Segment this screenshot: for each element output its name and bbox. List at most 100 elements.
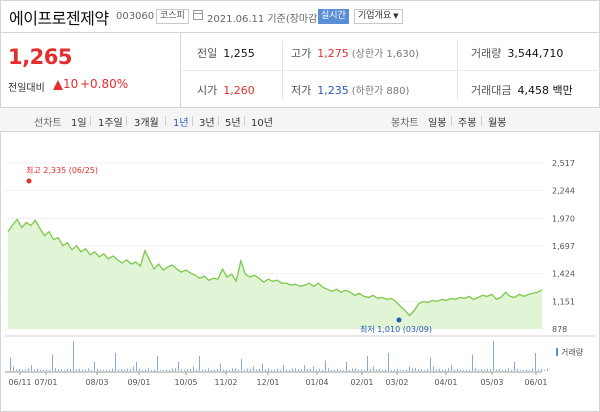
volume-bar: [385, 369, 386, 371]
volume-bar: [52, 354, 53, 371]
market-badge: 코스피: [156, 9, 189, 24]
candle-tab-monthly[interactable]: 월봉: [488, 114, 506, 129]
line-chart-label[interactable]: 선차트: [34, 114, 62, 129]
volume-bar: [397, 368, 398, 371]
period-tab-3y[interactable]: 3년: [199, 114, 215, 129]
period-tab-5y[interactable]: 5년: [225, 114, 241, 129]
volume-bar: [265, 369, 266, 371]
volume-bar: [283, 365, 284, 371]
high-label: 최고 2,335 (06/25): [26, 165, 98, 175]
volume-bar: [25, 369, 26, 371]
volume-bar: [334, 369, 335, 371]
divider: [192, 116, 193, 126]
volume-bar: [529, 370, 530, 371]
volume-bar: [454, 369, 455, 371]
volume-bar: [223, 370, 224, 371]
volume-bar: [178, 362, 179, 371]
company-overview-label: 기업개요: [358, 11, 392, 21]
volume-bar: [490, 368, 491, 371]
y-tick-label: 1,970: [552, 214, 575, 223]
stock-name[interactable]: 에이프로젠제약: [9, 5, 109, 29]
volume-bar: [187, 368, 188, 371]
period-tab-10y[interactable]: 10년: [251, 114, 273, 129]
period-tab-1y[interactable]: 1년: [173, 114, 189, 129]
volume-bar: [499, 368, 500, 371]
x-tick-label: 08/03: [85, 378, 108, 387]
volume-bar: [391, 370, 392, 371]
volume-bar: [208, 368, 209, 371]
period-tab-1d[interactable]: 1일: [71, 114, 87, 129]
change-label: 전일대비: [8, 83, 45, 94]
chevron-down-icon: ▼: [393, 12, 399, 20]
x-tick-label: 09/01: [127, 378, 150, 387]
volume-bar: [358, 369, 359, 371]
volume-bar: [331, 370, 332, 371]
company-overview-dropdown[interactable]: 기업개요 ▼: [354, 9, 403, 24]
price-chart[interactable]: 2,517 2,244 1,970 1,697 1,424 1,151 878 최고 2,3…: [0, 133, 600, 412]
volume-bar: [214, 369, 215, 371]
volume-bar: [277, 368, 278, 371]
amount-value: 4,458 백만: [517, 84, 573, 97]
volume-bar: [337, 368, 338, 371]
volume-bar: [415, 368, 416, 371]
volume-bar: [463, 370, 464, 371]
period-tab-3m[interactable]: 3개월: [134, 114, 159, 129]
candle-tab-weekly[interactable]: 주봉: [458, 114, 476, 129]
volume-bar: [301, 369, 302, 371]
volume-bar: [40, 369, 41, 371]
x-tick-label: 12/01: [256, 378, 279, 387]
volume-bar: [313, 366, 314, 371]
volume-bar: [163, 370, 164, 371]
volume-bar: [448, 368, 449, 371]
volume-bar: [79, 368, 80, 371]
y-tick-label: 2,517: [552, 159, 575, 168]
volume-bar: [202, 369, 203, 371]
volume-bar: [61, 369, 62, 371]
volume-bar: [271, 370, 272, 371]
high-label: 고가: [291, 47, 312, 60]
volume-bar: [436, 369, 437, 371]
low-stat: 저가 1,235 (하한가 880): [291, 82, 409, 98]
low-dot: [396, 317, 402, 323]
x-tick-label: 06/01: [524, 378, 547, 387]
period-tab-1w[interactable]: 1주일: [98, 114, 123, 129]
volume-bar: [160, 369, 161, 371]
volume-bar: [76, 369, 77, 371]
volume-bar: [511, 370, 512, 371]
high-dot: [26, 178, 32, 184]
realtime-button[interactable]: 실시간: [318, 9, 349, 24]
divider: [181, 70, 600, 71]
x-axis: 06/11 07/01 08/03 09/01 10/05 11/02 12/01 01/04…: [8, 372, 548, 387]
volume-bar: [319, 368, 320, 371]
volume-bar: [412, 368, 413, 371]
volume-bar: [427, 368, 428, 371]
change-value: 10: [63, 77, 79, 91]
volume-bar: [370, 368, 371, 371]
volume-bar: [502, 369, 503, 371]
volume-bar: [94, 362, 95, 371]
volume-bar: [241, 359, 242, 371]
x-tick-label: 03/02: [385, 378, 408, 387]
volume-bar: [100, 369, 101, 371]
x-tick-label: 01/04: [305, 378, 328, 387]
volume-bar: [112, 368, 113, 371]
volume-bar: [289, 370, 290, 371]
volume-bar: [343, 370, 344, 371]
y-tick-label: 2,244: [552, 187, 575, 196]
volume-bar: [349, 370, 350, 371]
stock-header: 에이프로젠제약 003060 코스피 2021.06.11 기준(장마감) 실시…: [0, 0, 600, 33]
candle-chart-label[interactable]: 봉차트: [391, 114, 419, 129]
high-marker: 최고 2,335 (06/25): [26, 165, 98, 184]
volume-bar: [418, 369, 419, 371]
volume-bar: [175, 368, 176, 371]
up-arrow-icon: [53, 80, 63, 90]
volume-bar: [460, 369, 461, 371]
candle-tab-daily[interactable]: 일봉: [428, 114, 446, 129]
amount-label: 거래대금: [471, 84, 512, 97]
volume-bar: [10, 357, 11, 371]
chart-toolbar: 선차트 1일 1주일 3개월 1년 3년 5년 10년 봉차트 일봉 주봉 월봉: [0, 107, 600, 132]
volume-bar: [247, 368, 248, 371]
x-tick-label: 06/11: [8, 378, 31, 387]
volume-bar: [547, 368, 548, 371]
y-axis: 2,517 2,244 1,970 1,697 1,424 1,151 878: [552, 159, 575, 334]
